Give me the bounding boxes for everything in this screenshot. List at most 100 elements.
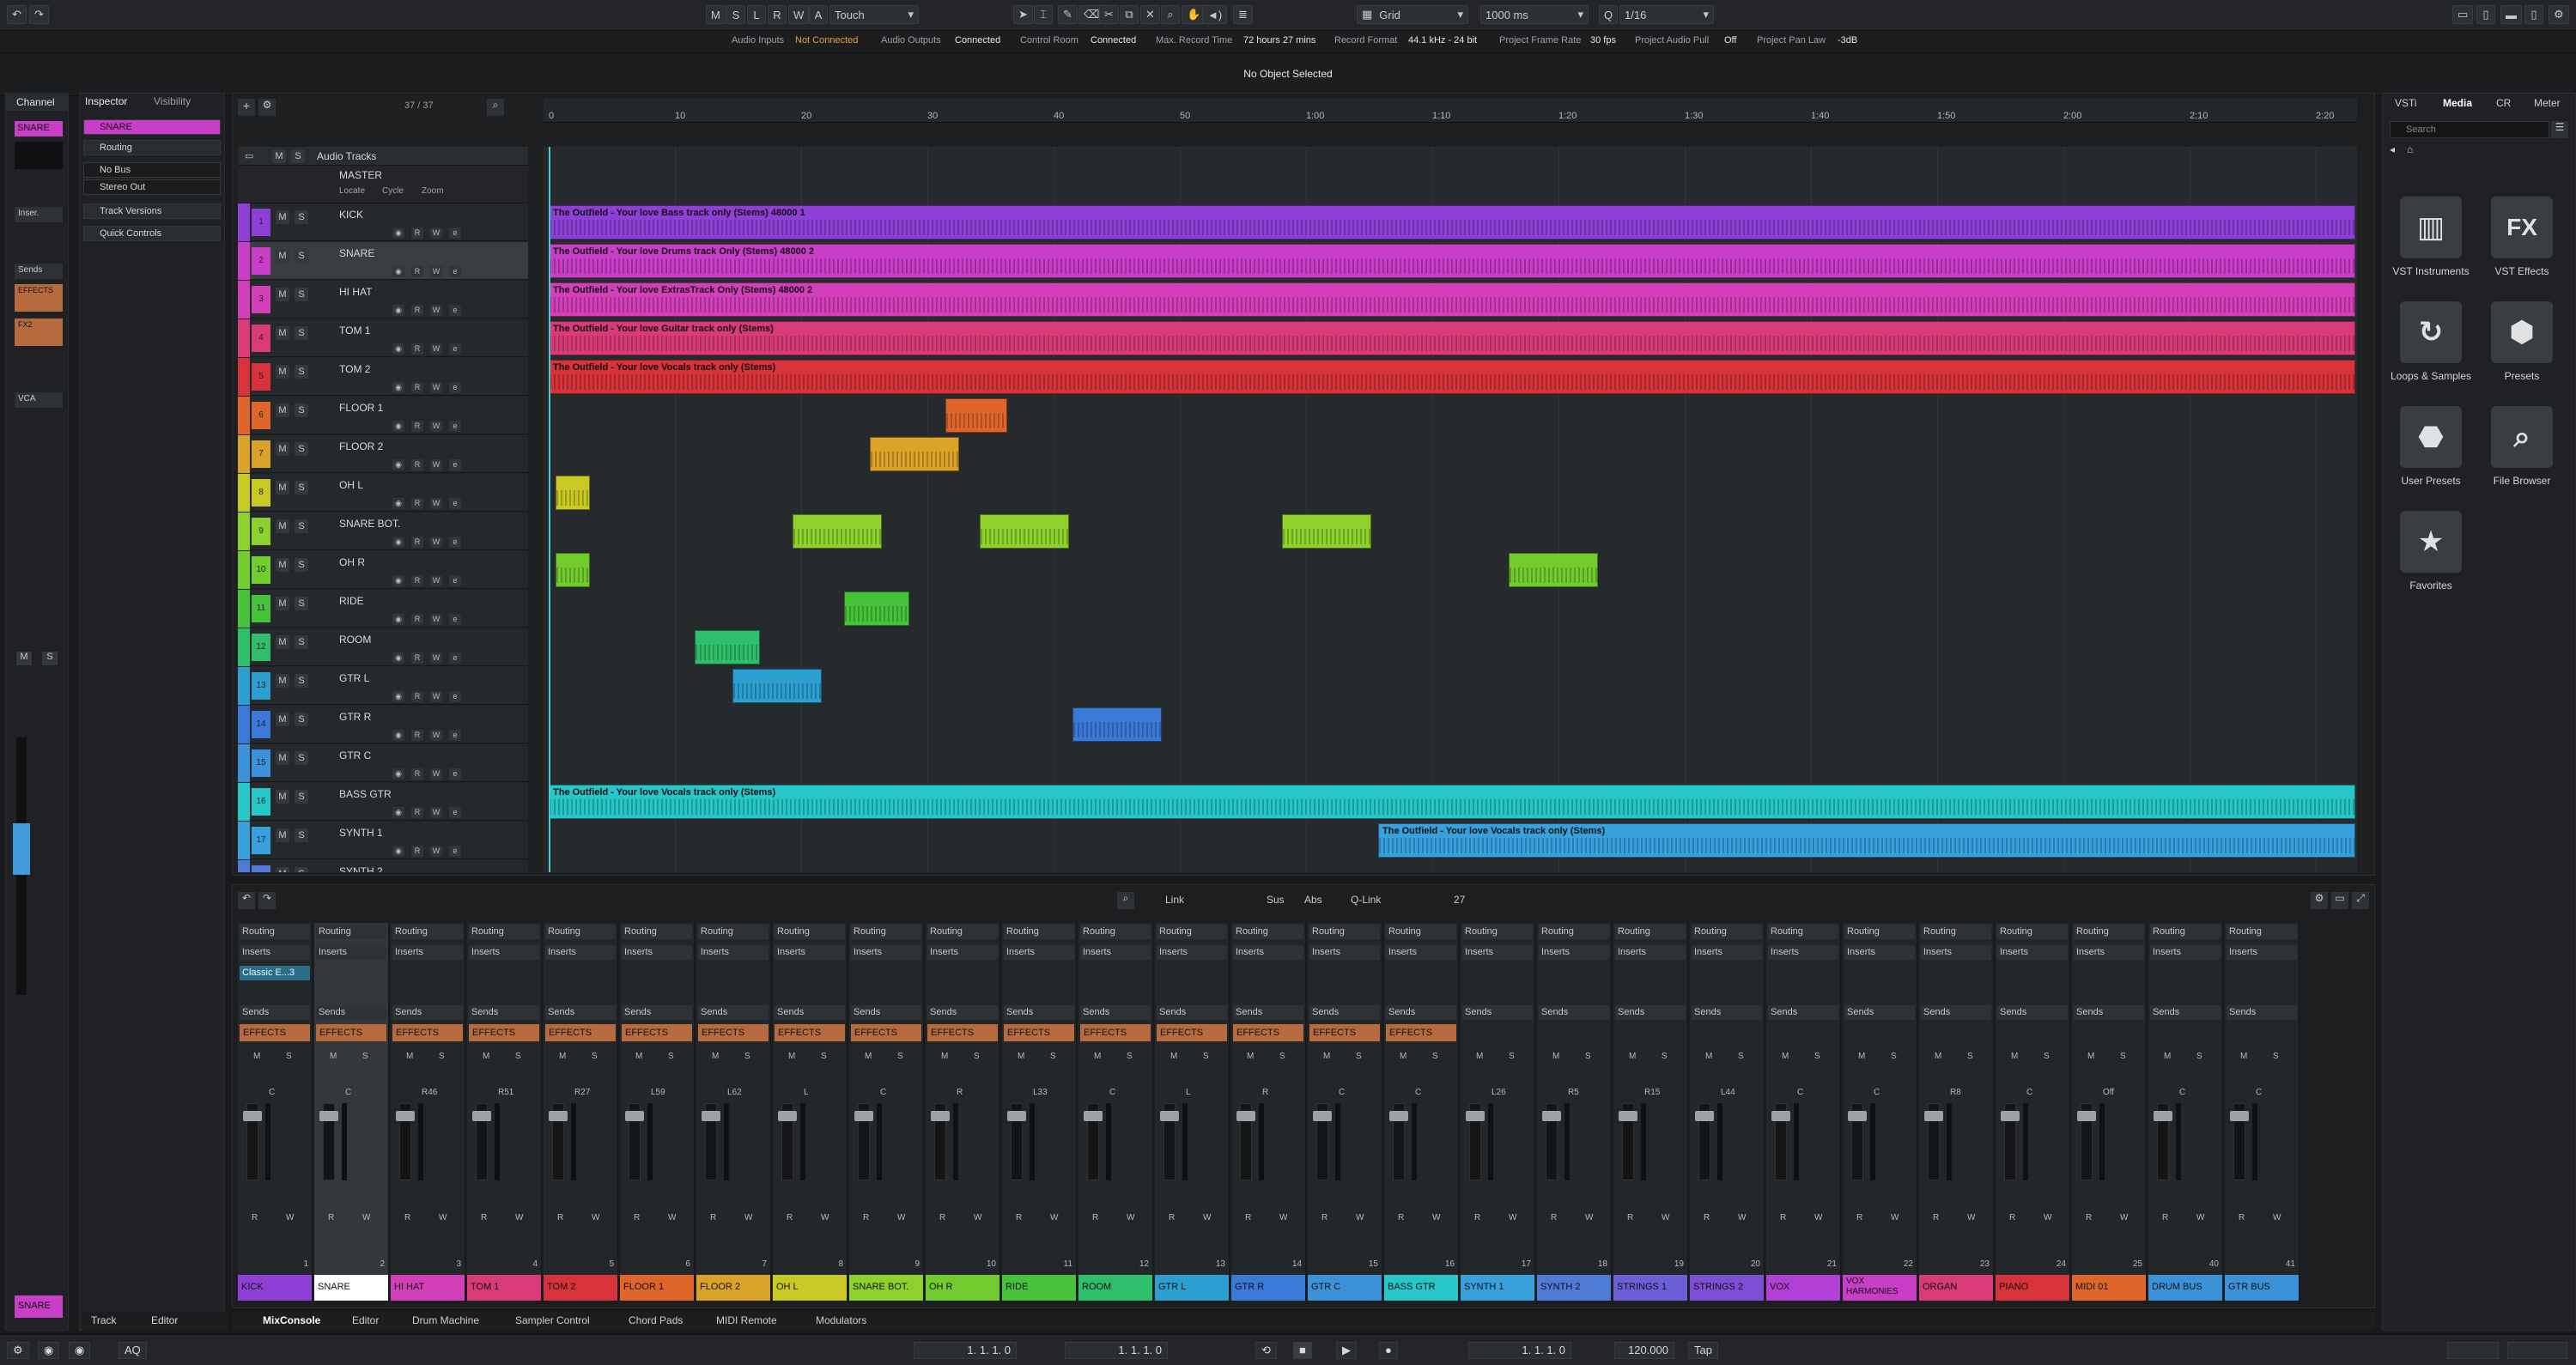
track-mute-button[interactable]: M	[276, 751, 289, 765]
sends-section[interactable]: Sends	[1768, 1005, 1838, 1020]
routing-section[interactable]: Routing	[1692, 925, 1762, 939]
transport-layout-icon[interactable]: ◉	[69, 1342, 91, 1359]
channel-name[interactable]: OH L	[773, 1275, 847, 1301]
quantize-icon[interactable]: Q	[1599, 5, 1619, 24]
track-presets-icon[interactable]: ⚙	[258, 99, 276, 116]
routing-section[interactable]: Routing	[2074, 925, 2144, 939]
pan-value[interactable]: C	[2256, 1088, 2262, 1097]
track-row[interactable]: 4 M S TOM 1 ◉ R We	[238, 319, 528, 357]
volume-fader[interactable]	[2154, 1103, 2172, 1180]
routing-section[interactable]: Routing	[1462, 925, 1533, 939]
media-tile-label[interactable]: VST Instruments	[2384, 265, 2478, 277]
tempo-display[interactable]: 120.000	[1614, 1342, 1674, 1359]
track-solo-button[interactable]: S	[295, 481, 308, 494]
audio-event[interactable]: The Outfield - Your love Vocals track on…	[1378, 823, 2355, 858]
range-tool-icon[interactable]: ⌶	[1034, 5, 1053, 24]
track-read-button[interactable]: R	[411, 807, 423, 818]
mute-button[interactable]: M	[330, 1052, 337, 1061]
send-slot-effects[interactable]: EFFECTS	[469, 1024, 539, 1041]
channel-picture-slot[interactable]	[15, 142, 63, 169]
volume-fader[interactable]	[549, 1103, 568, 1180]
routing-section[interactable]: Routing	[851, 925, 921, 939]
track-edit-button[interactable]: e	[449, 575, 461, 586]
track-write-button[interactable]: W	[430, 846, 442, 857]
track-monitor-button[interactable]: ◉	[392, 459, 404, 470]
mute-tool-icon[interactable]: ✕	[1140, 5, 1160, 24]
right-zone-tab-media[interactable]: Media	[2443, 97, 2472, 109]
channel-name[interactable]: HI HAT	[391, 1275, 465, 1301]
solo-button[interactable]: S	[974, 1052, 980, 1061]
routing-section[interactable]: Routing	[1997, 925, 2068, 939]
mute-button[interactable]: M	[1629, 1052, 1636, 1061]
track-write-button[interactable]: W	[430, 382, 442, 393]
mute-button[interactable]: M	[1094, 1052, 1101, 1061]
media-tile-label[interactable]: Presets	[2475, 370, 2569, 382]
toolbar-s-button[interactable]: S	[726, 5, 745, 24]
channel-name[interactable]: RIDE	[1002, 1275, 1076, 1301]
solo-button[interactable]: S	[1662, 1052, 1668, 1061]
volume-fader[interactable]	[396, 1103, 415, 1180]
inserts-section[interactable]: Inserts	[1921, 945, 1991, 960]
read-automation-button[interactable]: R	[1474, 1213, 1480, 1222]
track-mute-button[interactable]: M	[276, 403, 289, 417]
channel-strip[interactable]: Routing Inserts Sends M S L26 R W 17 SYNTH 1	[1461, 923, 1535, 1301]
timeline-ruler[interactable]: 0 10 20 30 40 50 1:00 1:10 1:20 1:30 1:40 1:50 2:00 2…	[544, 99, 2357, 123]
right-zone-icon[interactable]: ▯	[2524, 5, 2543, 24]
read-automation-button[interactable]: R	[1627, 1213, 1633, 1222]
track-write-button[interactable]: W	[430, 807, 442, 818]
track-read-button[interactable]: R	[411, 691, 423, 702]
track-write-button[interactable]: W	[430, 498, 442, 509]
track-solo-button[interactable]: S	[295, 790, 308, 804]
track-read-button[interactable]: R	[411, 382, 423, 393]
track-name[interactable]: FLOOR 2	[339, 440, 383, 452]
sends-section[interactable]: Sends	[1692, 1005, 1762, 1020]
mute-button[interactable]: M	[253, 1052, 260, 1061]
zoom-label[interactable]: Zoom	[422, 186, 444, 196]
solo-button[interactable]: S	[2196, 1052, 2202, 1061]
track-row[interactable]: 8 M S OH L ◉ R We	[238, 474, 528, 512]
channel-inserts-header[interactable]: Inser.	[15, 207, 63, 222]
read-automation-button[interactable]: R	[328, 1213, 334, 1222]
track-name[interactable]: RIDE	[339, 595, 364, 607]
track-edit-button[interactable]: e	[449, 343, 461, 355]
channel-name[interactable]: VOX	[1766, 1275, 1840, 1301]
toolbar-r-button[interactable]: R	[768, 5, 787, 24]
star-icon[interactable]: ★	[2400, 511, 2462, 573]
read-automation-button[interactable]: R	[863, 1213, 869, 1222]
track-solo-button[interactable]: S	[295, 635, 308, 649]
mute-button[interactable]: M	[2240, 1052, 2247, 1061]
track-write-button[interactable]: W	[430, 652, 442, 664]
track-row[interactable]: 2 M S SNARE ◉ R We	[238, 242, 528, 280]
track-name[interactable]: TOM 1	[339, 325, 370, 337]
media-tile-label[interactable]: Loops & Samples	[2384, 370, 2478, 382]
solo-button[interactable]: S	[897, 1052, 903, 1061]
sends-section[interactable]: Sends	[1233, 1005, 1303, 1020]
mute-button[interactable]: M	[1476, 1052, 1483, 1061]
pan-value[interactable]: L44	[1721, 1088, 1735, 1097]
write-automation-button[interactable]: W	[1050, 1213, 1058, 1222]
audio-event[interactable]	[870, 437, 959, 471]
toolbar-settings-icon[interactable]: ⚙	[2549, 5, 2569, 24]
media-tile-label[interactable]: VST Effects	[2475, 265, 2569, 277]
audio-event[interactable]	[732, 669, 822, 703]
volume-fader[interactable]	[1160, 1103, 1179, 1180]
solo-button[interactable]: S	[592, 1052, 598, 1061]
track-mute-button[interactable]: M	[276, 597, 289, 610]
audio-event[interactable]: The Outfield - Your love Guitar track on…	[549, 321, 2355, 355]
channel-name[interactable]: BASS GTR	[1384, 1275, 1458, 1301]
track-mute-button[interactable]: M	[276, 713, 289, 726]
write-automation-button[interactable]: W	[362, 1213, 370, 1222]
track-name[interactable]: OH L	[339, 479, 363, 491]
channel-strip[interactable]: Routing Inserts Sends EFFECTS M S L59 R W 6 FLOOR …	[620, 923, 695, 1301]
write-automation-button[interactable]: W	[2120, 1213, 2128, 1222]
track-mute-button[interactable]: M	[276, 210, 289, 224]
inserts-section[interactable]: Inserts	[545, 945, 616, 960]
fader-handle[interactable]	[1619, 1111, 1637, 1121]
volume-fader[interactable]	[2230, 1103, 2249, 1180]
inserts-section[interactable]: Inserts	[240, 945, 310, 960]
track-row[interactable]: 16 M S BASS GTR ◉ R We	[238, 783, 528, 821]
track-name[interactable]: GTR R	[339, 711, 371, 723]
sends-section[interactable]: Sends	[1386, 1005, 1456, 1020]
fader-handle[interactable]	[2230, 1111, 2249, 1121]
track-solo-button[interactable]: S	[295, 326, 308, 340]
